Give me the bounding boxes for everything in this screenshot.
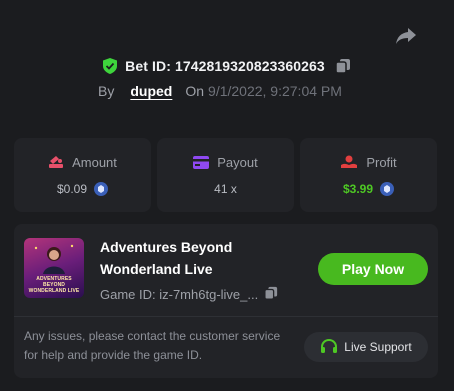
share-icon bbox=[396, 28, 416, 44]
game-id: Game ID: iz-7mh6tg-live_... bbox=[100, 286, 259, 302]
bet-author-row: By duped On 9/1/2022, 9:27:04 PM bbox=[98, 81, 342, 101]
card-icon bbox=[193, 155, 210, 169]
amount-value: $0.09 bbox=[56, 181, 88, 196]
amount-label: Amount bbox=[72, 154, 117, 170]
on-label: On bbox=[185, 83, 205, 99]
profit-icon bbox=[341, 155, 358, 168]
username-link[interactable]: duped bbox=[130, 83, 172, 99]
profit-stat: Profit $3.99 bbox=[300, 138, 437, 212]
bet-id-row: Bet ID: 1742819320823360263 bbox=[0, 55, 454, 77]
amount-stat: Amount $0.09 bbox=[14, 138, 151, 212]
support-help-text: Any issues, please contact the customer … bbox=[24, 329, 281, 362]
bet-stats: Amount $0.09 Payout 41 x Profit $3.99 bbox=[14, 138, 438, 212]
profit-label: Profit bbox=[366, 154, 397, 170]
copy-icon bbox=[264, 286, 278, 300]
profit-value: $3.99 bbox=[342, 181, 374, 196]
payout-label: Payout bbox=[217, 154, 258, 170]
live-support-button[interactable]: Live Support bbox=[304, 332, 428, 362]
bet-date: 9/1/2022, 9:27:04 PM bbox=[208, 83, 342, 99]
share-button[interactable] bbox=[393, 24, 419, 48]
game-id-row: Game ID: iz-7mh6tg-live_... bbox=[100, 286, 280, 302]
payout-value: 41 x bbox=[214, 181, 237, 196]
by-label: By bbox=[98, 83, 115, 99]
live-support-label: Live Support bbox=[344, 340, 412, 354]
game-thumbnail-text: ADVENTURES BEYOND WONDERLAND LIVE bbox=[28, 276, 80, 294]
bet-id: Bet ID: 1742819320823360263 bbox=[125, 58, 325, 74]
crypto-coin-icon bbox=[380, 181, 395, 196]
headset-icon bbox=[321, 339, 338, 353]
copy-game-id-button[interactable] bbox=[264, 286, 280, 302]
bet-details-page: Bet ID: 1742819320823360263 By duped On … bbox=[0, 0, 454, 391]
copy-icon bbox=[335, 59, 350, 74]
game-card: ADVENTURES BEYOND WONDERLAND LIVE Advent… bbox=[14, 224, 438, 378]
verified-shield-icon bbox=[103, 58, 118, 74]
game-thumbnail[interactable]: ADVENTURES BEYOND WONDERLAND LIVE bbox=[24, 238, 84, 298]
crypto-coin-icon bbox=[94, 181, 109, 196]
game-title: Adventures Beyond Wonderland Live bbox=[100, 239, 233, 277]
card-divider bbox=[14, 316, 438, 317]
play-now-button[interactable]: Play Now bbox=[318, 253, 428, 285]
copy-bet-id-button[interactable] bbox=[335, 58, 351, 74]
payout-stat: Payout 41 x bbox=[157, 138, 294, 212]
coins-icon bbox=[49, 156, 64, 168]
